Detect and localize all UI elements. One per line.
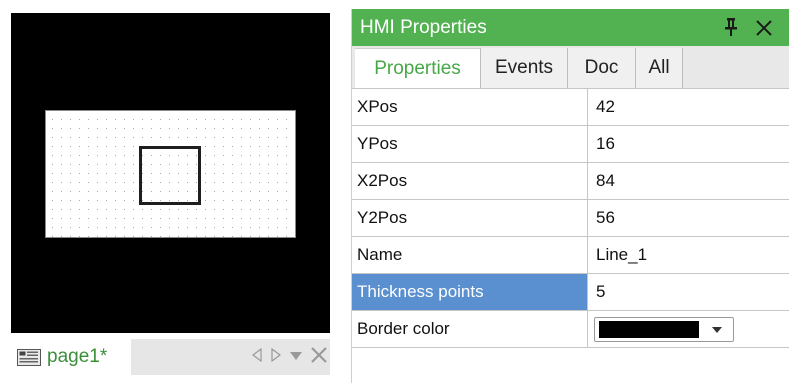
color-swatch [599, 321, 699, 338]
property-key: X2Pos [352, 163, 588, 199]
hmi-properties-panel: HMI Properties Properties Events Doc All… [351, 9, 789, 383]
property-value[interactable]: 84 [588, 163, 789, 199]
property-row-y2pos[interactable]: Y2Pos 56 [352, 200, 789, 237]
close-icon[interactable] [310, 346, 328, 369]
page-tab[interactable]: page1* [11, 339, 131, 375]
pin-icon[interactable] [724, 17, 738, 37]
property-value[interactable]: 16 [588, 126, 789, 162]
property-row-thickness[interactable]: Thickness points 5 [352, 274, 789, 311]
property-key: Y2Pos [352, 200, 588, 236]
property-row-name[interactable]: Name Line_1 [352, 237, 789, 274]
panel-title: HMI Properties [360, 17, 487, 38]
property-key: YPos [352, 126, 588, 162]
property-key: Name [352, 237, 588, 273]
rectangle-shape[interactable] [139, 146, 201, 205]
tab-events[interactable]: Events [481, 48, 568, 88]
tab-properties[interactable]: Properties [355, 48, 481, 88]
property-value[interactable]: 56 [588, 200, 789, 236]
property-row-x2pos[interactable]: X2Pos 84 [352, 163, 789, 200]
panel-header: HMI Properties [352, 9, 789, 46]
page-tab-label: page1* [47, 346, 108, 367]
triangle-right-icon[interactable] [270, 347, 282, 367]
page-tab-bar: page1* [11, 339, 330, 375]
triangle-left-icon[interactable] [251, 347, 263, 367]
chevron-down-icon [712, 327, 722, 333]
page-nav-controls [251, 339, 328, 375]
hmi-screen[interactable] [45, 110, 296, 238]
close-icon[interactable] [754, 19, 774, 37]
property-key: XPos [352, 89, 588, 125]
tab-all[interactable]: All [636, 48, 683, 88]
chevron-down-icon[interactable] [289, 348, 303, 366]
page-icon [17, 348, 41, 366]
property-row-ypos[interactable]: YPos 16 [352, 126, 789, 163]
tab-doc[interactable]: Doc [568, 48, 636, 88]
property-row-border-color[interactable]: Border color [352, 311, 789, 348]
property-key: Thickness points [352, 274, 588, 310]
hmi-canvas[interactable] [11, 13, 330, 333]
border-color-dropdown[interactable] [594, 317, 734, 342]
tab-strip: Properties Events Doc All [352, 46, 789, 88]
property-row-xpos[interactable]: XPos 42 [352, 89, 789, 126]
property-value[interactable]: Line_1 [588, 237, 789, 273]
property-grid: XPos 42 YPos 16 X2Pos 84 Y2Pos 56 Name L… [352, 88, 789, 348]
property-key: Border color [352, 311, 588, 347]
property-value[interactable]: 42 [588, 89, 789, 125]
property-value[interactable]: 5 [588, 274, 789, 310]
